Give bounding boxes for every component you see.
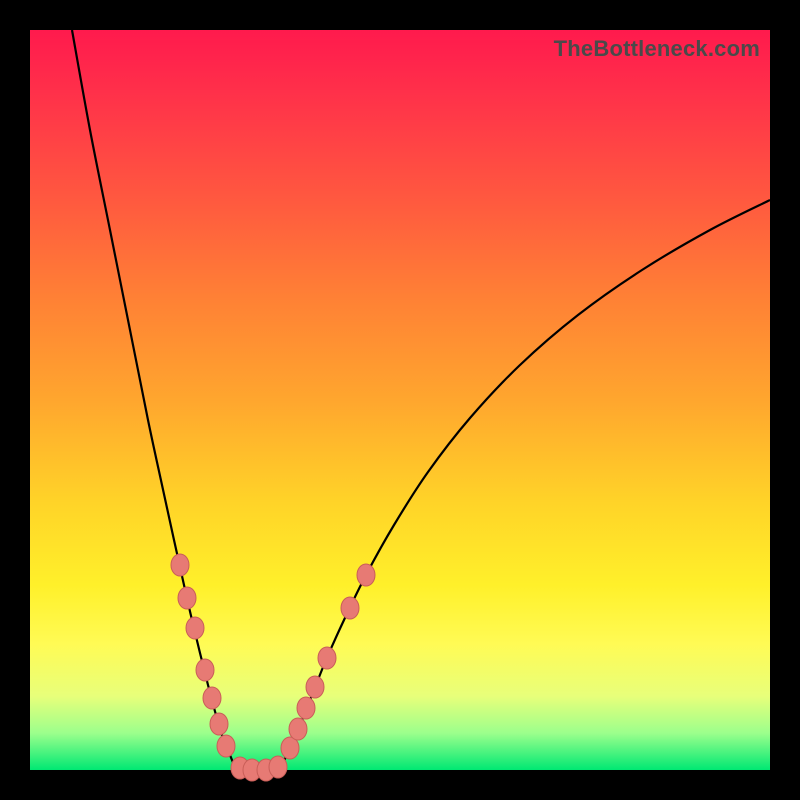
data-marker	[306, 676, 324, 698]
chart-frame: TheBottleneck.com	[30, 30, 770, 770]
data-marker	[210, 713, 228, 735]
data-marker	[186, 617, 204, 639]
data-marker	[196, 659, 214, 681]
bottleneck-curve	[72, 30, 770, 770]
data-marker	[289, 718, 307, 740]
data-marker	[357, 564, 375, 586]
data-marker	[178, 587, 196, 609]
data-marker	[171, 554, 189, 576]
data-marker	[318, 647, 336, 669]
data-marker	[269, 756, 287, 778]
data-marker	[217, 735, 235, 757]
data-marker	[203, 687, 221, 709]
data-marker	[341, 597, 359, 619]
marker-layer	[171, 554, 375, 781]
bottleneck-plot	[30, 30, 770, 770]
data-marker	[297, 697, 315, 719]
